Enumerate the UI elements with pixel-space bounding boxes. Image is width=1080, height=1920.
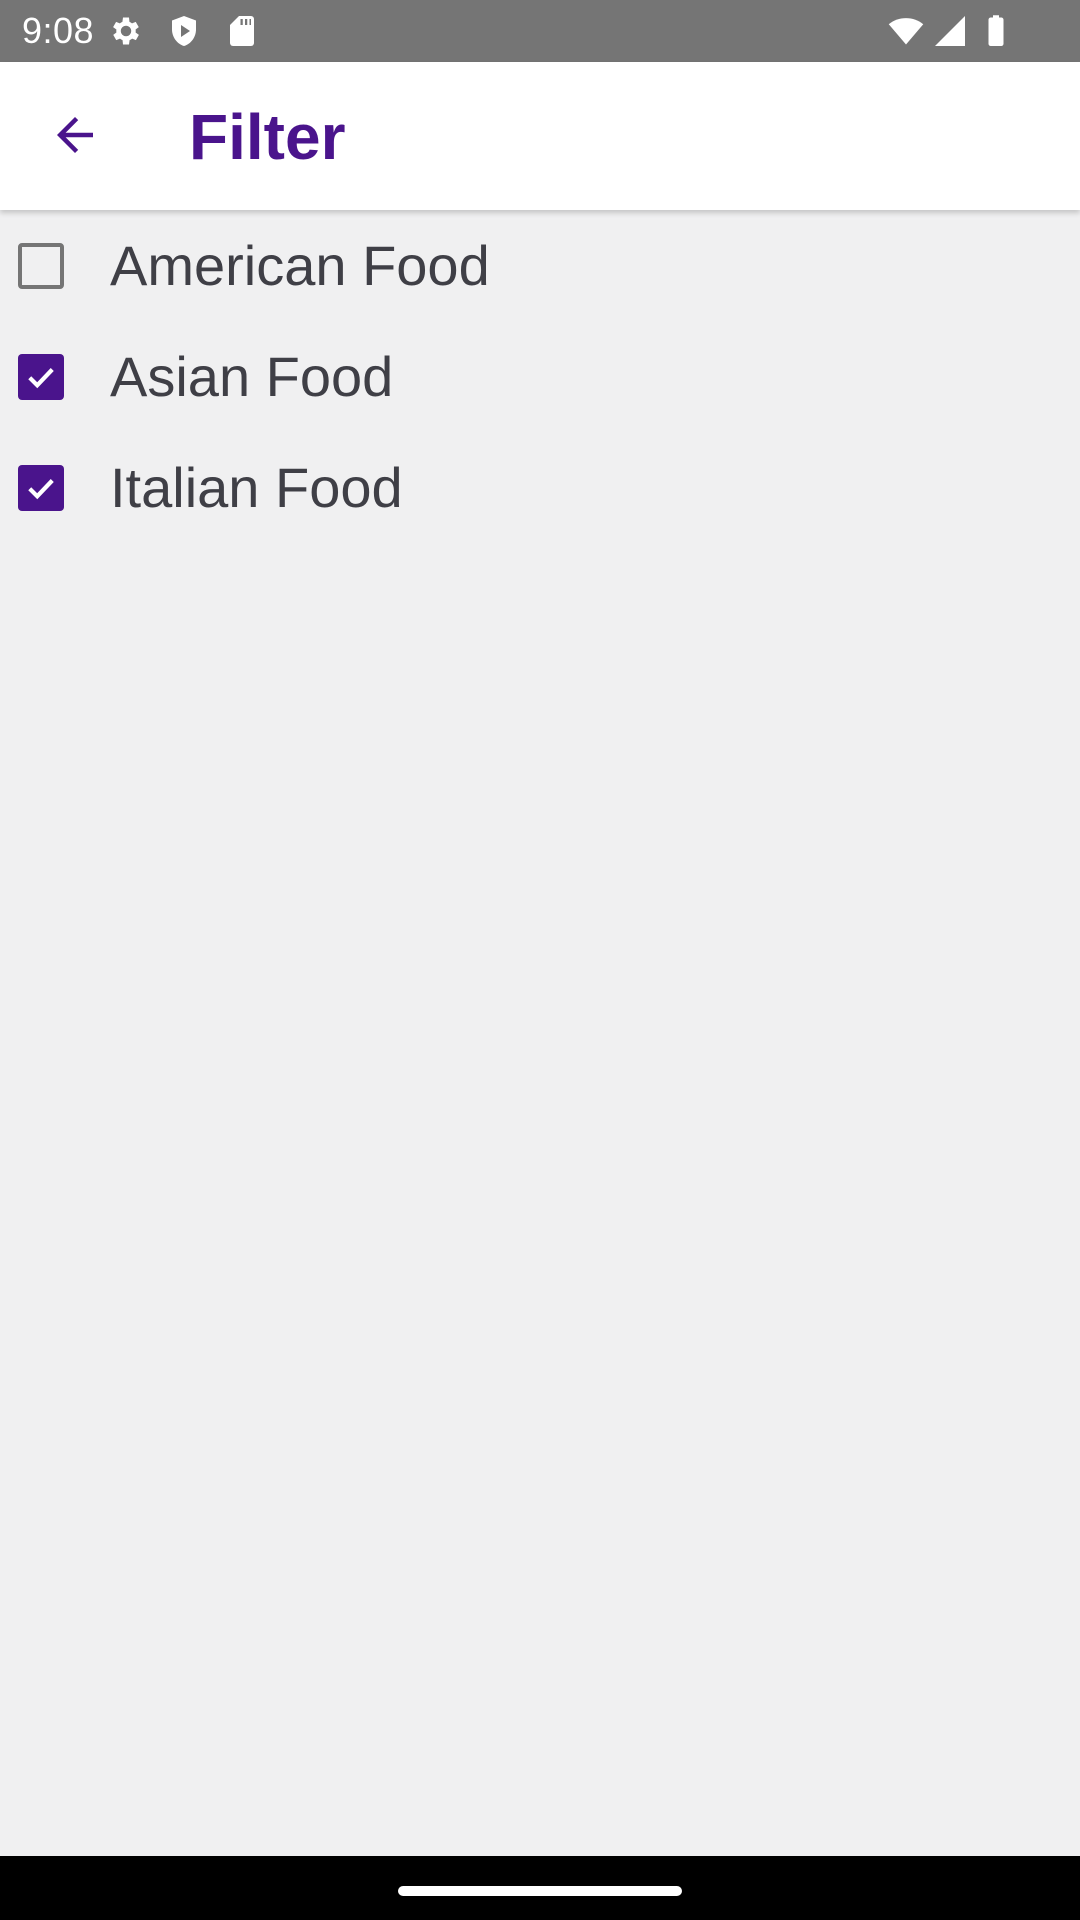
asian-food-checkbox[interactable] — [18, 353, 64, 400]
filter-label: Asian Food — [110, 344, 394, 408]
home-gesture-handle[interactable] — [398, 1886, 682, 1896]
filter-item-italian-food[interactable]: Italian Food — [0, 432, 1080, 543]
filter-label: Italian Food — [110, 455, 403, 519]
wifi-icon — [888, 18, 924, 45]
american-food-checkbox[interactable] — [18, 242, 64, 289]
status-bar: 9:08 — [0, 0, 1080, 62]
gear-icon — [113, 17, 139, 45]
italian-food-checkbox[interactable] — [18, 464, 64, 511]
filter-item-asian-food[interactable]: Asian Food — [0, 321, 1080, 432]
shield-play-icon — [172, 16, 196, 46]
battery-icon — [988, 15, 1004, 46]
back-button[interactable] — [30, 90, 120, 180]
page-title: Filter — [189, 101, 346, 173]
arrow-back-icon — [57, 117, 93, 153]
app-bar: Filter — [0, 62, 1080, 210]
sd-card-icon — [230, 16, 254, 46]
status-time: 9:08 — [22, 10, 95, 51]
navigation-bar — [0, 1856, 1080, 1920]
checkmark-icon — [28, 367, 54, 388]
cellular-signal-icon — [935, 16, 965, 46]
filter-list: American Food Asian Food Italian Food — [0, 210, 1080, 543]
filter-item-american-food[interactable]: American Food — [0, 210, 1080, 321]
filter-label: American Food — [110, 233, 490, 297]
checkmark-icon — [28, 478, 54, 499]
